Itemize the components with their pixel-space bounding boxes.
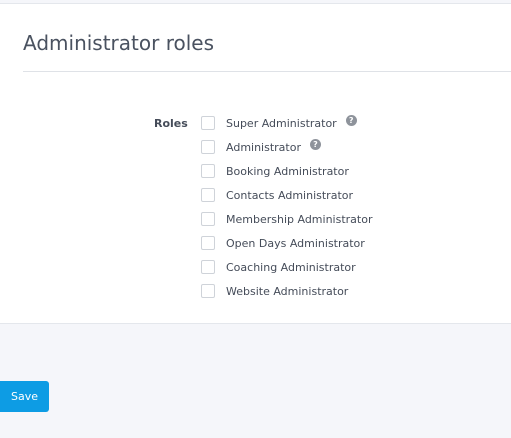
role-label-contacts-administrator: Contacts Administrator [226, 188, 354, 202]
roles-label: Roles [154, 117, 188, 130]
role-booking-administrator: Booking Administrator [201, 159, 372, 183]
role-coaching-administrator: Coaching Administrator [201, 255, 372, 279]
role-membership-administrator: Membership Administrator [201, 207, 372, 231]
title-divider [23, 71, 511, 72]
page-title: Administrator roles [23, 31, 214, 55]
save-button[interactable]: Save [0, 381, 49, 412]
role-label-super-administrator: Super Administrator [226, 116, 337, 130]
role-checkbox-open-days-administrator[interactable] [201, 236, 215, 250]
role-checkbox-booking-administrator[interactable] [201, 164, 215, 178]
role-checkbox-super-administrator[interactable] [201, 116, 215, 130]
role-checkbox-administrator[interactable] [201, 140, 215, 154]
role-open-days-administrator: Open Days Administrator [201, 231, 372, 255]
role-label-website-administrator: Website Administrator [226, 284, 349, 298]
roles-list: Super Administrator ? Administrator ? Bo… [201, 111, 372, 303]
role-checkbox-contacts-administrator[interactable] [201, 188, 215, 202]
role-label-membership-administrator: Membership Administrator [226, 212, 373, 226]
role-administrator: Administrator ? [201, 135, 372, 159]
admin-roles-panel: Administrator roles Roles Super Administ… [0, 4, 511, 324]
role-contacts-administrator: Contacts Administrator [201, 183, 372, 207]
role-super-administrator: Super Administrator ? [201, 111, 372, 135]
role-checkbox-membership-administrator[interactable] [201, 212, 215, 226]
role-website-administrator: Website Administrator [201, 279, 372, 303]
role-label-administrator: Administrator [226, 140, 301, 154]
question-circle-icon[interactable]: ? [310, 139, 321, 150]
role-label-coaching-administrator: Coaching Administrator [226, 260, 356, 274]
role-checkbox-coaching-administrator[interactable] [201, 260, 215, 274]
role-label-booking-administrator: Booking Administrator [226, 164, 349, 178]
role-label-open-days-administrator: Open Days Administrator [226, 236, 365, 250]
question-circle-icon[interactable]: ? [345, 115, 357, 126]
role-checkbox-website-administrator[interactable] [201, 284, 215, 298]
